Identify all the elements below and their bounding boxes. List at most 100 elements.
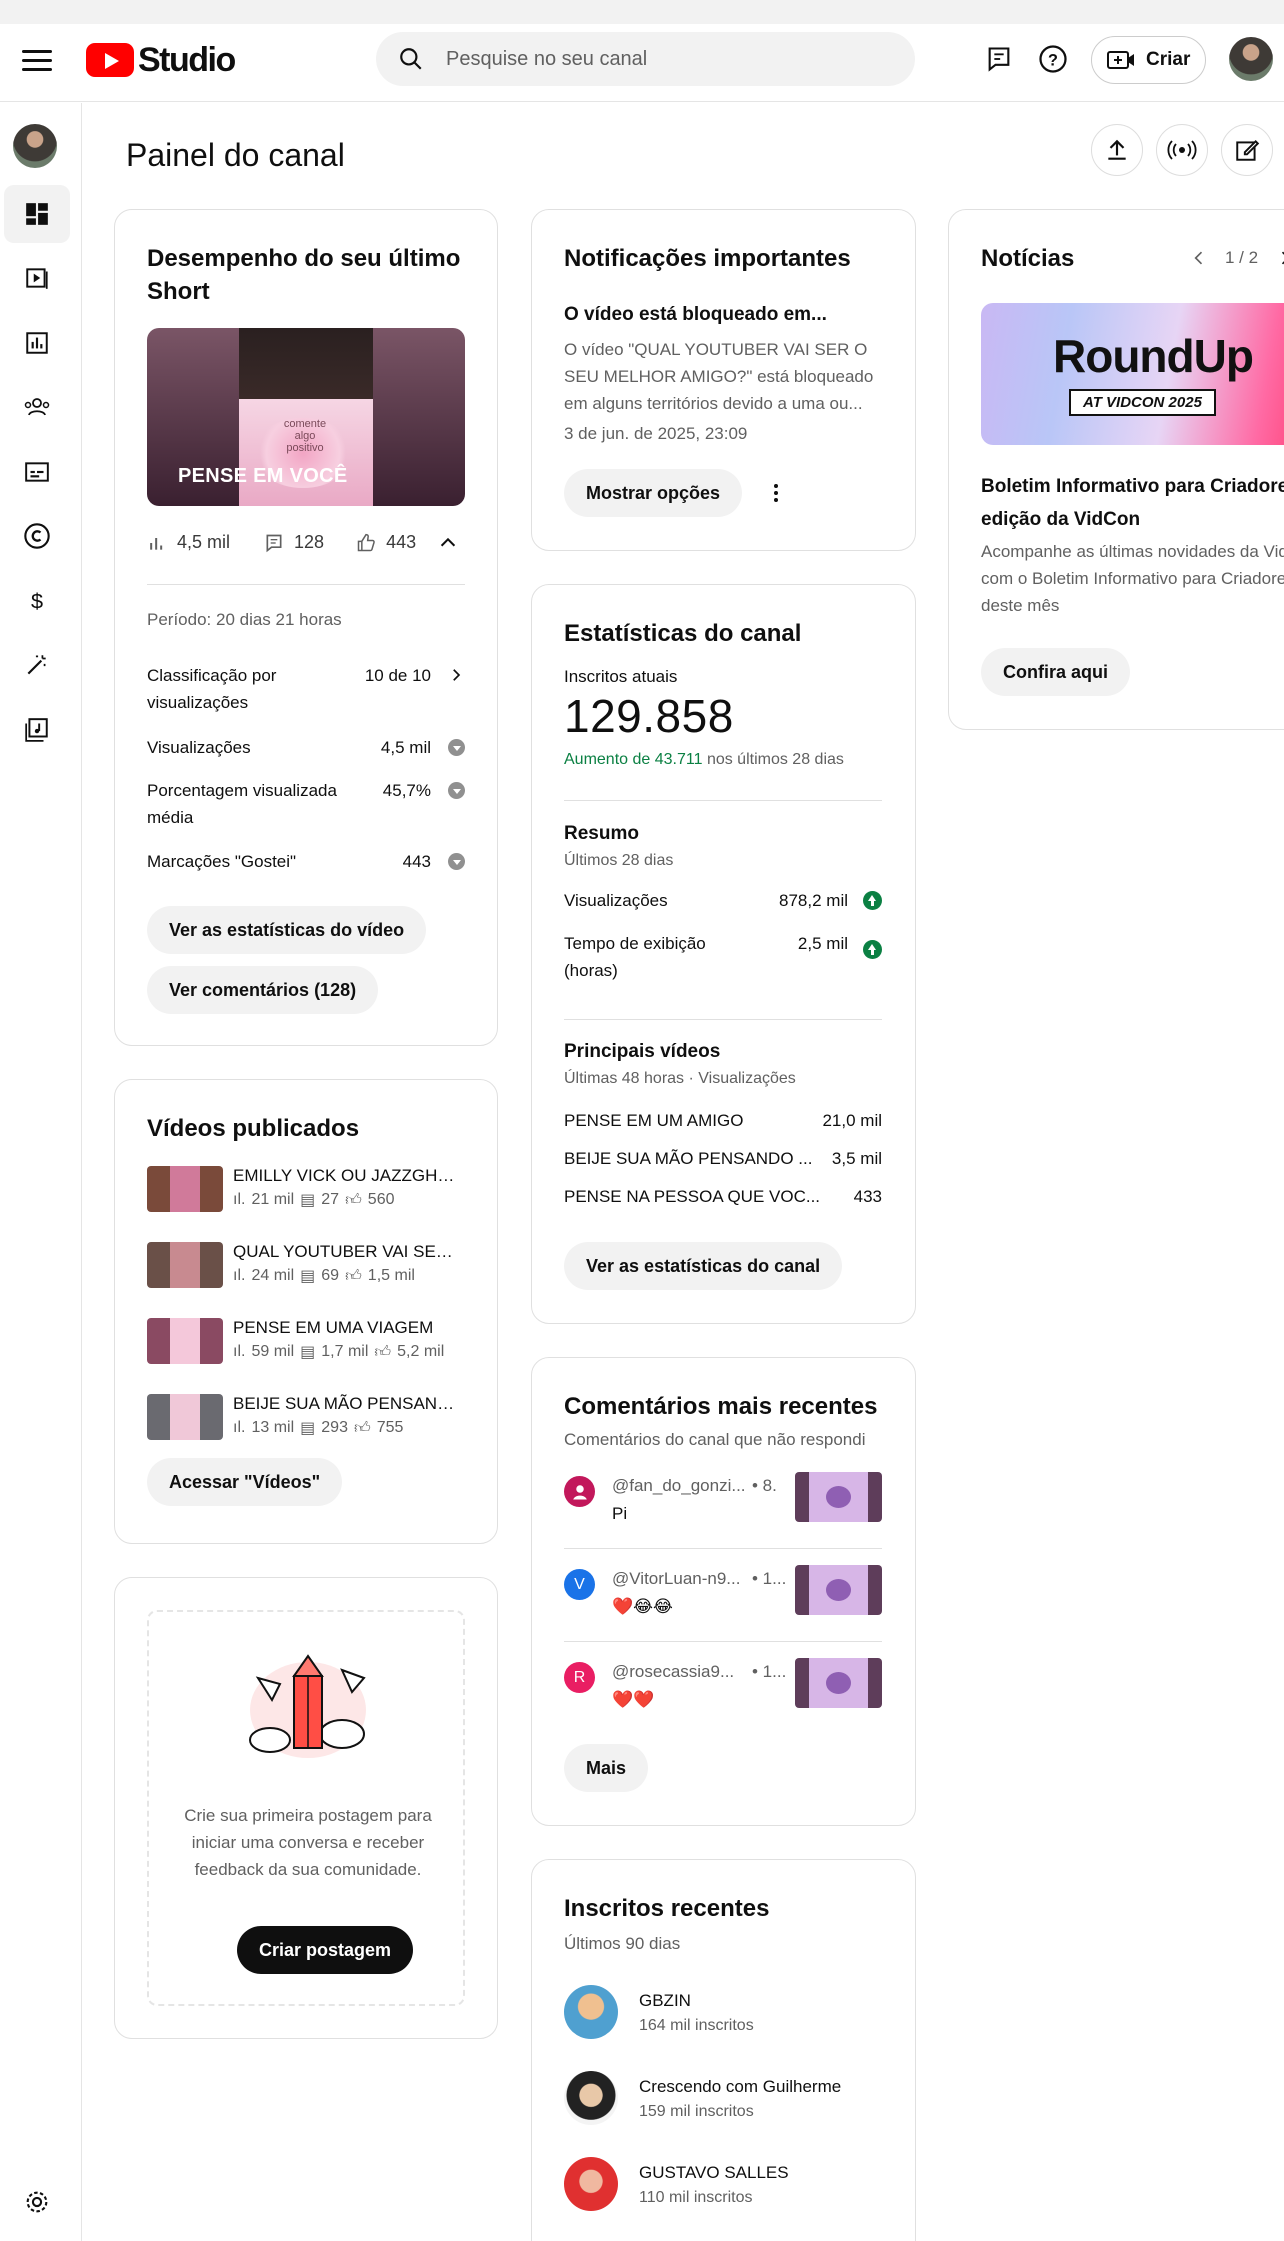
gear-icon bbox=[26, 2191, 48, 2213]
comment-icon: ▤ bbox=[300, 1344, 316, 1361]
summary-value: 878,2 mil bbox=[779, 891, 848, 910]
more-vert-icon[interactable] bbox=[766, 482, 786, 504]
top-video-row[interactable]: PENSE NA PESSOA QUE VOC... 433 bbox=[564, 1183, 882, 1211]
top-video-title: PENSE NA PESSOA QUE VOC... bbox=[564, 1187, 821, 1206]
sidebar-item-customization[interactable] bbox=[4, 636, 70, 694]
menu-icon[interactable] bbox=[22, 46, 52, 76]
video-row[interactable]: EMILLY VICK OU JAZZGHOST... ıl. 21 mil ▤ 2… bbox=[147, 1166, 465, 1212]
metric-value: 443 bbox=[402, 852, 431, 871]
metric-rank[interactable]: Classificação por visualizações 10 de 10 bbox=[147, 662, 465, 716]
views-count: 24 mil bbox=[251, 1267, 295, 1284]
news-banner-image[interactable]: RoundUp AT VIDCON 2025 bbox=[981, 303, 1284, 445]
go-live-button[interactable] bbox=[1156, 124, 1208, 176]
sidebar-item-copyright[interactable] bbox=[4, 507, 70, 565]
comment-video-thumbnail bbox=[795, 1472, 882, 1522]
sidebar-item-community[interactable] bbox=[4, 378, 70, 436]
search-bar[interactable] bbox=[376, 32, 915, 86]
subscriber-item[interactable]: Crescendo com Guilherme 159 mil inscrito… bbox=[564, 2071, 882, 2131]
subscriber-name: GUSTAVO SALLES bbox=[639, 2163, 789, 2182]
subscribers-subtitle: Últimos 90 dias bbox=[564, 1934, 681, 1953]
subscriber-item[interactable]: GUSTAVO SALLES 110 mil inscritos bbox=[564, 2157, 882, 2217]
short-stats-row: 4,5 mil 128 443 bbox=[147, 532, 465, 553]
notification-title: O vídeo está bloqueado em... bbox=[564, 304, 827, 325]
video-row[interactable]: QUAL YOUTUBER VAI SER O SEU... ıl. 24 mil… bbox=[147, 1242, 465, 1288]
chevron-up-icon[interactable] bbox=[437, 532, 459, 554]
page-title: Painel do canal bbox=[126, 137, 345, 173]
feedback-icon[interactable] bbox=[980, 40, 1018, 78]
likes-count: 560 bbox=[367, 1191, 395, 1208]
upload-button[interactable] bbox=[1091, 124, 1143, 176]
metric-avg-viewed: Porcentagem visualizada média 45,7% bbox=[147, 777, 465, 831]
commenter-avatar: R bbox=[564, 1662, 595, 1693]
sidebar-item-audio-library[interactable] bbox=[4, 701, 70, 759]
help-icon[interactable]: ? bbox=[1034, 40, 1072, 78]
video-row[interactable]: PENSE EM UMA VIAGEM ıl. 59 mil ▤ 1,7 mil 👍… bbox=[147, 1318, 465, 1364]
account-avatar[interactable] bbox=[1229, 37, 1273, 81]
video-thumbnail bbox=[147, 1394, 223, 1440]
sidebar-item-subtitles[interactable] bbox=[4, 443, 70, 501]
latest-comments-card: Comentários mais recentes Comentários do… bbox=[531, 1357, 916, 1826]
card-title: Desempenho do seu último Short bbox=[147, 245, 461, 305]
more-comments-button[interactable]: Mais bbox=[564, 1744, 649, 1792]
divider bbox=[147, 584, 465, 585]
video-thumbnail bbox=[147, 1242, 223, 1288]
pencil-illustration-icon bbox=[249, 1654, 366, 1758]
channel-stats-button[interactable]: Ver as estatísticas do canal bbox=[564, 1242, 843, 1290]
magic-wand-icon bbox=[27, 655, 46, 675]
like-icon: 👍︎ bbox=[353, 1419, 371, 1437]
studio-logo[interactable]: Studio bbox=[86, 40, 236, 80]
comment-item[interactable]: V @VitorLuan-n9... • 1... ❤️😂😂 bbox=[564, 1565, 882, 1645]
short-thumbnail[interactable]: comente algo positivo PENSE EM VOCÊ bbox=[147, 328, 465, 506]
browser-strip bbox=[0, 0, 1284, 24]
comment-icon bbox=[266, 534, 282, 552]
divider bbox=[564, 1019, 882, 1020]
sidebar-item-analytics[interactable] bbox=[4, 314, 70, 372]
youtube-logo-icon bbox=[86, 43, 134, 77]
channel-avatar[interactable] bbox=[13, 124, 57, 168]
search-input[interactable] bbox=[446, 47, 846, 71]
comment-time: • 8. bbox=[752, 1476, 777, 1495]
svg-text:$: $ bbox=[31, 589, 43, 614]
video-title: EMILLY VICK OU JAZZGHOST... bbox=[233, 1166, 465, 1185]
sidebar-item-content[interactable] bbox=[4, 249, 70, 307]
like-icon: 👍︎ bbox=[345, 1191, 362, 1209]
chevron-right-icon[interactable] bbox=[1275, 248, 1284, 268]
metric-label: Visualizações bbox=[147, 738, 251, 757]
top-header: Studio ? Criar bbox=[0, 24, 1284, 102]
comment-item[interactable]: @fan_do_gonzi... • 8. Pi bbox=[564, 1472, 882, 1552]
sidebar-item-settings[interactable] bbox=[4, 2173, 70, 2231]
comment-item[interactable]: R @rosecassia9... • 1... ❤️❤️ bbox=[564, 1658, 882, 1738]
comments-count: 128 bbox=[294, 532, 325, 552]
video-row[interactable]: BEIJE SUA MÃO PENSANDO... ıl. 13 mil ▤ 293… bbox=[147, 1394, 465, 1440]
go-to-videos-button[interactable]: Acessar "Vídeos" bbox=[147, 1458, 343, 1506]
video-stats-button[interactable]: Ver as estatísticas do vídeo bbox=[147, 906, 427, 954]
growth-period: nos últimos 28 dias bbox=[706, 751, 844, 768]
metric-value: 10 de 10 bbox=[364, 666, 431, 685]
sidebar-item-earn[interactable]: $ bbox=[4, 572, 70, 630]
create-button[interactable]: Criar bbox=[1091, 36, 1206, 84]
sidebar-item-dashboard[interactable] bbox=[4, 185, 70, 243]
like-icon: 👍︎ bbox=[345, 1267, 362, 1285]
subscriber-avatar bbox=[564, 1985, 618, 2039]
top-video-row[interactable]: BEIJE SUA MÃO PENSANDO ... 3,5 mil bbox=[564, 1145, 882, 1173]
comment-text: ❤️😂😂 bbox=[612, 1597, 673, 1616]
create-post-button[interactable] bbox=[1221, 124, 1273, 176]
comment-video-thumbnail bbox=[795, 1565, 882, 1615]
video-thumbnail bbox=[147, 1166, 223, 1212]
check-it-out-button[interactable]: Confira aqui bbox=[981, 648, 1131, 696]
summary-label: Visualizações bbox=[564, 891, 668, 910]
comments-subtitle: Comentários do canal que não respondi bbox=[564, 1430, 866, 1449]
show-options-button[interactable]: Mostrar opções bbox=[564, 469, 743, 517]
summary-row: Visualizações 878,2 mil bbox=[564, 887, 882, 915]
create-post-cta-button[interactable]: Criar postagem bbox=[237, 1926, 414, 1974]
likes-count: 1,5 mil bbox=[367, 1267, 415, 1284]
metric-views: Visualizações 4,5 mil bbox=[147, 734, 465, 762]
top-video-row[interactable]: PENSE EM UM AMIGO 21,0 mil bbox=[564, 1107, 882, 1135]
down-arrow-icon bbox=[448, 739, 465, 756]
comment-icon: ▤ bbox=[300, 1420, 316, 1437]
view-comments-button[interactable]: Ver comentários (128) bbox=[147, 966, 379, 1014]
views-icon: ıl. bbox=[233, 1191, 246, 1208]
subscriber-item[interactable]: GBZIN 164 mil inscritos bbox=[564, 1985, 882, 2045]
chevron-left-icon[interactable] bbox=[1189, 248, 1209, 268]
views-icon: ıl. bbox=[233, 1343, 246, 1360]
